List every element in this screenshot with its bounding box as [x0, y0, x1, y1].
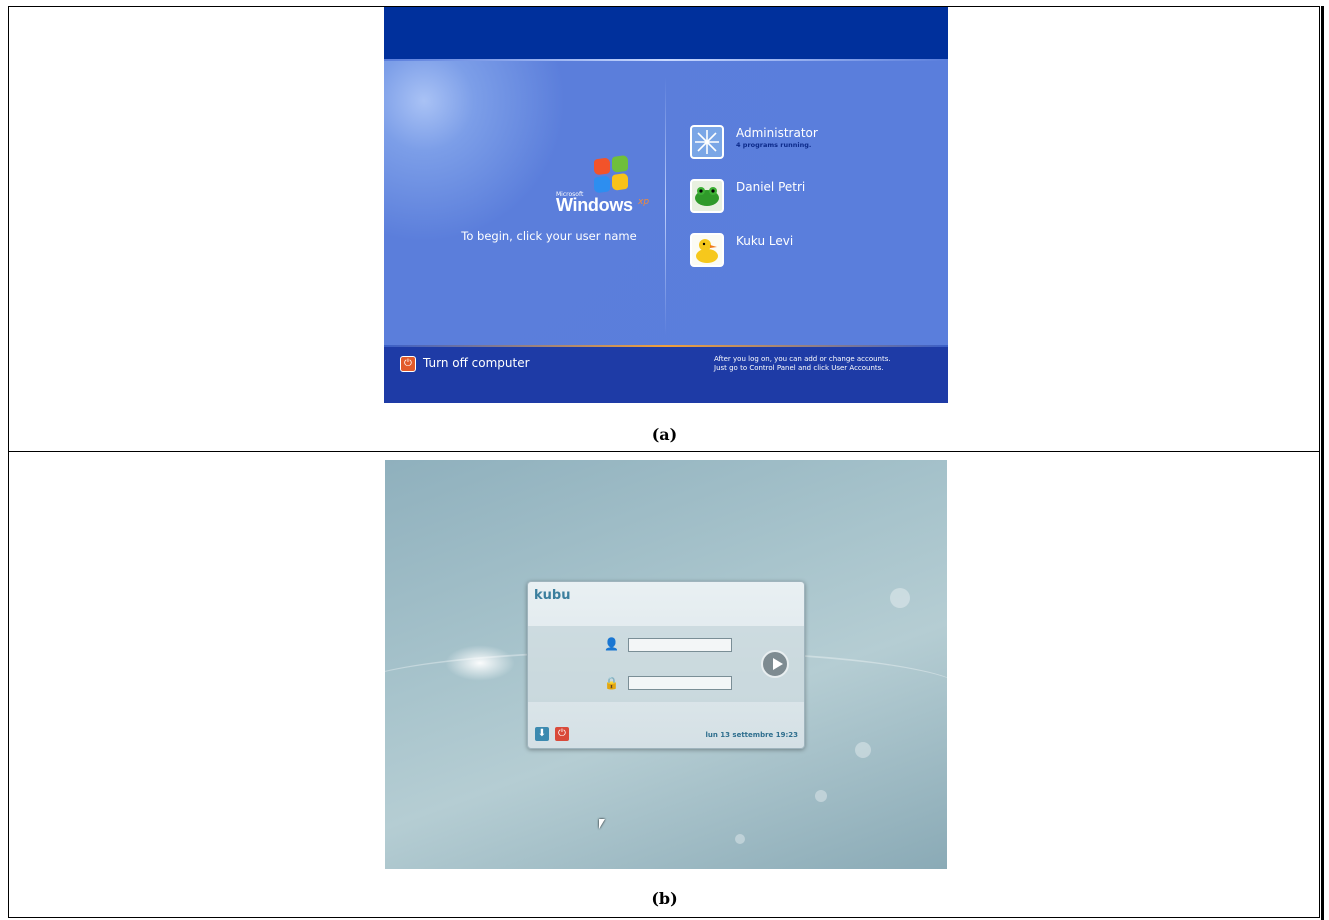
hint-line-1: After you log on, you can add or change …: [714, 355, 891, 363]
username-input[interactable]: [628, 638, 732, 652]
logo-xp-text: xp: [638, 197, 650, 207]
turn-off-label: Turn off computer: [423, 356, 530, 370]
mouse-cursor-icon: [599, 819, 605, 829]
user-tile-kuku-levi[interactable]: Kuku Levi: [690, 233, 930, 273]
user-status: 4 programs running.: [736, 141, 812, 149]
caption-a: (a): [651, 425, 678, 444]
frame-right-rule: [1321, 6, 1324, 920]
user-name: Kuku Levi: [736, 234, 794, 248]
logo-windows-text: Windows: [556, 195, 633, 215]
power-icon: ⏻: [400, 356, 416, 372]
begin-prompt: To begin, click your user name: [461, 229, 637, 243]
user-icon: 👤: [604, 637, 619, 651]
xp-top-bar: [384, 7, 948, 59]
accounts-hint: After you log on, you can add or change …: [714, 355, 944, 373]
date-time: lun 13 settembre 19:23: [705, 731, 798, 739]
background-bubble: [890, 588, 910, 608]
row-divider: [8, 451, 1320, 452]
background-bubble: [735, 834, 745, 844]
snowflake-icon: [690, 125, 724, 159]
hint-line-2: Just go to Control Panel and click User …: [714, 364, 884, 372]
user-tile-daniel-petri[interactable]: Daniel Petri: [690, 179, 930, 219]
password-input[interactable]: [628, 676, 732, 690]
power-icon[interactable]: ⏻: [555, 727, 569, 741]
login-dialog: kubu 👤 🔒 ⬇ ⏻ lun 13 settembre 19:23: [527, 581, 805, 749]
duck-icon: [690, 233, 724, 267]
dialog-title: kubu: [534, 588, 571, 603]
user-name: Administrator: [736, 126, 818, 140]
windows-flag-icon: [594, 154, 630, 195]
background-bubble: [855, 742, 871, 758]
frog-icon: [690, 179, 724, 213]
menu-down-icon[interactable]: ⬇: [535, 727, 549, 741]
background-glow: [445, 645, 515, 681]
windows-xp-logo: Microsoft Windows xp: [554, 154, 666, 217]
kubuntu-login-screen: kubu 👤 🔒 ⬇ ⏻ lun 13 settembre 19:23: [385, 460, 947, 869]
user-tile-administrator[interactable]: Administrator 4 programs running.: [690, 125, 930, 165]
windows-xp-login-screen: Microsoft Windows xp To begin, click you…: [384, 7, 948, 403]
user-name: Daniel Petri: [736, 180, 806, 194]
lock-icon: 🔒: [604, 676, 619, 690]
login-arrow-button[interactable]: [761, 650, 789, 678]
background-bubble: [815, 790, 827, 802]
caption-b: (b): [651, 889, 678, 908]
